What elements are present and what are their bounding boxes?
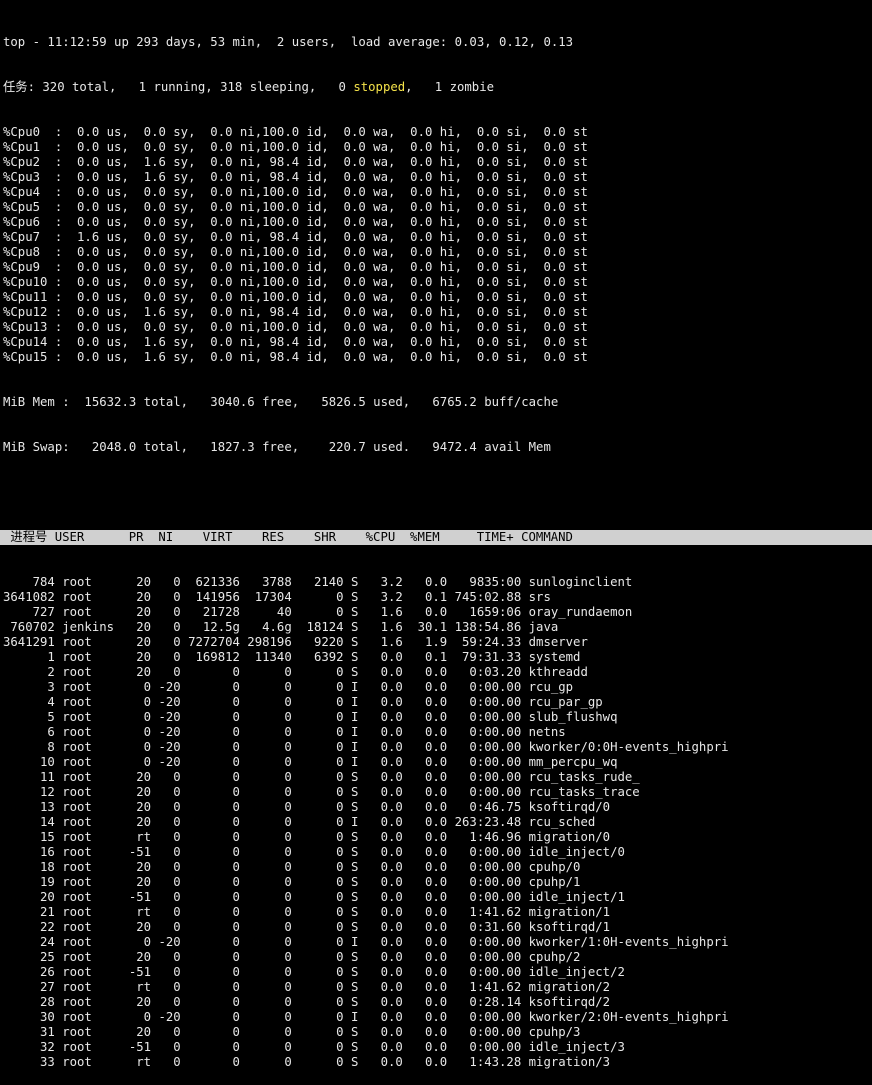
process-table-header: 进程号 USER PR NI VIRT RES SHR %CPU %MEM TI… [0,530,872,545]
cpu-usage-line: %Cpu12 : 0.0 us, 1.6 sy, 0.0 ni, 98.4 id… [3,305,588,319]
cpu-usage-line: %Cpu14 : 0.0 us, 1.6 sy, 0.0 ni, 98.4 id… [3,335,588,349]
process-row[interactable]: 25 root 20 0 0 0 0 S 0.0 0.0 0:00.00 cpu… [3,950,872,965]
cpu-usage-line: %Cpu5 : 0.0 us, 0.0 sy, 0.0 ni,100.0 id,… [3,200,588,214]
tasks-zombie: , 1 zombie [405,80,495,94]
process-row[interactable]: 22 root 20 0 0 0 0 S 0.0 0.0 0:31.60 kso… [3,920,872,935]
process-row[interactable]: 784 root 20 0 621336 3788 2140 S 3.2 0.0… [3,575,872,590]
process-row[interactable]: 8 root 0 -20 0 0 0 I 0.0 0.0 0:00.00 kwo… [3,740,872,755]
cpu-usage-line: %Cpu1 : 0.0 us, 0.0 sy, 0.0 ni,100.0 id,… [3,140,588,154]
cpu-usage-line: %Cpu10 : 0.0 us, 0.0 sy, 0.0 ni,100.0 id… [3,275,588,289]
process-row[interactable]: 760702 jenkins 20 0 12.5g 4.6g 18124 S 1… [3,620,872,635]
cpu-usage-line: %Cpu7 : 1.6 us, 0.0 sy, 0.0 ni, 98.4 id,… [3,230,588,244]
process-row[interactable]: 33 root rt 0 0 0 0 S 0.0 0.0 1:43.28 mig… [3,1055,872,1070]
process-row[interactable]: 6 root 0 -20 0 0 0 I 0.0 0.0 0:00.00 net… [3,725,872,740]
cpu-usage-line: %Cpu13 : 0.0 us, 0.0 sy, 0.0 ni,100.0 id… [3,320,588,334]
process-row[interactable]: 5 root 0 -20 0 0 0 I 0.0 0.0 0:00.00 slu… [3,710,872,725]
cpu-usage-line: %Cpu15 : 0.0 us, 1.6 sy, 0.0 ni, 98.4 id… [3,350,588,364]
process-row[interactable]: 2 root 20 0 0 0 0 S 0.0 0.0 0:03.20 kthr… [3,665,872,680]
process-row[interactable]: 31 root 20 0 0 0 0 S 0.0 0.0 0:00.00 cpu… [3,1025,872,1040]
uptime-line: top - 11:12:59 up 293 days, 53 min, 2 us… [3,35,574,49]
cpu-usage-line: %Cpu4 : 0.0 us, 0.0 sy, 0.0 ni,100.0 id,… [3,185,588,199]
process-row[interactable]: 24 root 0 -20 0 0 0 I 0.0 0.0 0:00.00 kw… [3,935,872,950]
process-row[interactable]: 11 root 20 0 0 0 0 S 0.0 0.0 0:00.00 rcu… [3,770,872,785]
cpu-usage-line: %Cpu2 : 0.0 us, 1.6 sy, 0.0 ni, 98.4 id,… [3,155,588,169]
cpu-usage-line: %Cpu8 : 0.0 us, 0.0 sy, 0.0 ni,100.0 id,… [3,245,588,259]
process-row[interactable]: 19 root 20 0 0 0 0 S 0.0 0.0 0:00.00 cpu… [3,875,872,890]
cpu-usage-line: %Cpu11 : 0.0 us, 0.0 sy, 0.0 ni,100.0 id… [3,290,588,304]
process-row[interactable]: 26 root -51 0 0 0 0 S 0.0 0.0 0:00.00 id… [3,965,872,980]
swap-line: MiB Swap: 2048.0 total, 1827.3 free, 220… [3,440,551,454]
process-row[interactable]: 27 root rt 0 0 0 0 S 0.0 0.0 1:41.62 mig… [3,980,872,995]
process-row[interactable]: 18 root 20 0 0 0 0 S 0.0 0.0 0:00.00 cpu… [3,860,872,875]
process-row[interactable]: 30 root 0 -20 0 0 0 I 0.0 0.0 0:00.00 kw… [3,1010,872,1025]
process-row[interactable]: 15 root rt 0 0 0 0 S 0.0 0.0 1:46.96 mig… [3,830,872,845]
process-row[interactable]: 4 root 0 -20 0 0 0 I 0.0 0.0 0:00.00 rcu… [3,695,872,710]
cpu-usage-line: %Cpu9 : 0.0 us, 0.0 sy, 0.0 ni,100.0 id,… [3,260,588,274]
process-row[interactable]: 727 root 20 0 21728 40 0 S 1.6 0.0 1659:… [3,605,872,620]
process-row[interactable]: 21 root rt 0 0 0 0 S 0.0 0.0 1:41.62 mig… [3,905,872,920]
cpu-usage-line: %Cpu6 : 0.0 us, 0.0 sy, 0.0 ni,100.0 id,… [3,215,588,229]
process-row[interactable]: 32 root -51 0 0 0 0 S 0.0 0.0 0:00.00 id… [3,1040,872,1055]
tasks-stopped-label: stopped [353,80,406,94]
process-row[interactable]: 3 root 0 -20 0 0 0 I 0.0 0.0 0:00.00 rcu… [3,680,872,695]
process-row[interactable]: 16 root -51 0 0 0 0 S 0.0 0.0 0:00.00 id… [3,845,872,860]
tasks-line: 任务: 320 total, 1 running, 318 sleeping, … [3,80,872,95]
process-row[interactable]: 12 root 20 0 0 0 0 S 0.0 0.0 0:00.00 rcu… [3,785,872,800]
tasks-counts: 任务: 320 total, 1 running, 318 sleeping, … [3,80,354,94]
process-row[interactable]: 3641291 root 20 0 7272704 298196 9220 S … [3,635,872,650]
cpu-usage-line: %Cpu3 : 0.0 us, 1.6 sy, 0.0 ni, 98.4 id,… [3,170,588,184]
process-row[interactable]: 10 root 0 -20 0 0 0 I 0.0 0.0 0:00.00 mm… [3,755,872,770]
process-row[interactable]: 20 root -51 0 0 0 0 S 0.0 0.0 0:00.00 id… [3,890,872,905]
memory-line: MiB Mem : 15632.3 total, 3040.6 free, 58… [3,395,559,409]
process-row[interactable]: 13 root 20 0 0 0 0 S 0.0 0.0 0:46.75 kso… [3,800,872,815]
process-row[interactable]: 1 root 20 0 169812 11340 6392 S 0.0 0.1 … [3,650,872,665]
process-row[interactable]: 28 root 20 0 0 0 0 S 0.0 0.0 0:28.14 kso… [3,995,872,1010]
process-row[interactable]: 3641082 root 20 0 141956 17304 0 S 3.2 0… [3,590,872,605]
cpu-usage-list: %Cpu0 : 0.0 us, 0.0 sy, 0.0 ni,100.0 id,… [3,125,872,365]
terminal-window[interactable]: top - 11:12:59 up 293 days, 53 min, 2 us… [0,5,872,1085]
cpu-usage-line: %Cpu0 : 0.0 us, 0.0 sy, 0.0 ni,100.0 id,… [3,125,588,139]
